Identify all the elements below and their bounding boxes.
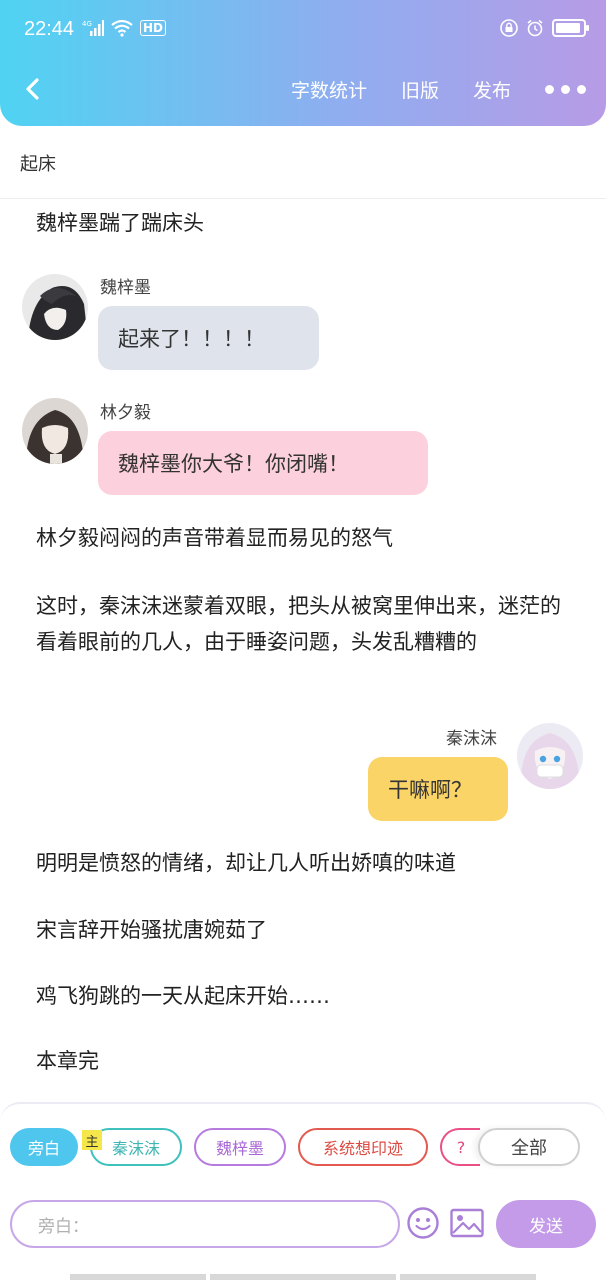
role-chip-wei-zimo[interactable]: 魏梓墨 [194, 1128, 286, 1166]
battery-icon [552, 19, 589, 37]
speaker-name: 秦沫沫 [446, 729, 497, 749]
speaker-name: 林夕毅 [100, 403, 151, 423]
nav-bar-segment [70, 1274, 206, 1280]
role-chip-more[interactable]: ? [440, 1128, 480, 1166]
wifi-icon [111, 19, 133, 37]
status-time: 22:44 [24, 18, 75, 40]
narration-text[interactable]: 明明是愤怒的情绪，却让几人听出娇嗔的味道 [36, 845, 576, 881]
main-role-tag: 主 [82, 1130, 102, 1150]
avatar-qin-momo[interactable] [517, 723, 583, 789]
word-count-button[interactable]: 字数统计 [291, 76, 367, 103]
narration-text[interactable]: 鸡飞狗跳的一天从起床开始…… [36, 978, 576, 1014]
chapter-title[interactable]: 起床 [20, 150, 56, 176]
more-dots-icon[interactable] [545, 85, 586, 94]
signal-icon: 4G [82, 20, 104, 36]
publish-button[interactable]: 发布 [473, 76, 511, 103]
role-chip-all[interactable]: 全部 [478, 1128, 580, 1166]
top-header: 22:44 4G HD 字数统计 旧版 发布 [0, 0, 606, 126]
narration-text[interactable]: 这时，秦沫沫迷蒙着双眼，把头从被窝里伸出来，迷茫的看着眼前的几人，由于睡姿问题，… [36, 588, 576, 660]
role-chip-system[interactable]: 系统想印迹 [298, 1128, 428, 1166]
role-chip-narrator[interactable]: 旁白 [10, 1128, 78, 1166]
message-input[interactable]: 旁白： [10, 1200, 400, 1248]
alarm-icon [527, 19, 543, 37]
narration-text[interactable]: 宋言辞开始骚扰唐婉茹了 [36, 912, 576, 948]
hd-label: HD [140, 20, 167, 36]
lock-icon [500, 19, 518, 37]
narration-text[interactable]: 魏梓墨踹了踹床头 [36, 205, 576, 241]
chat-bubble[interactable]: 干嘛啊？ [368, 757, 508, 821]
speaker-name: 魏梓墨 [100, 278, 151, 298]
avatar-lin-xiyi[interactable] [22, 398, 88, 464]
network-type: 4G [82, 20, 92, 28]
old-version-button[interactable]: 旧版 [401, 76, 439, 103]
image-icon[interactable] [450, 1208, 484, 1238]
status-bar: 22:44 4G HD [0, 16, 606, 48]
avatar-wei-zimo[interactable] [22, 274, 88, 340]
nav-bar-segment [210, 1274, 396, 1280]
narration-text[interactable]: 本章完 [36, 1043, 576, 1079]
send-button[interactable]: 发送 [496, 1200, 596, 1248]
role-chip-qin-momo[interactable]: 秦沫沫 [90, 1128, 182, 1166]
chat-bubble[interactable]: 魏梓墨你大爷！你闭嘴！ [98, 431, 428, 495]
back-arrow-icon[interactable] [18, 74, 48, 104]
chat-bubble[interactable]: 起来了！！！！ [98, 306, 319, 370]
narration-text[interactable]: 林夕毅闷闷的声音带着显而易见的怒气 [36, 520, 576, 556]
divider [0, 198, 606, 199]
nav-bar-segment [400, 1274, 536, 1280]
emoji-icon[interactable] [406, 1206, 440, 1240]
